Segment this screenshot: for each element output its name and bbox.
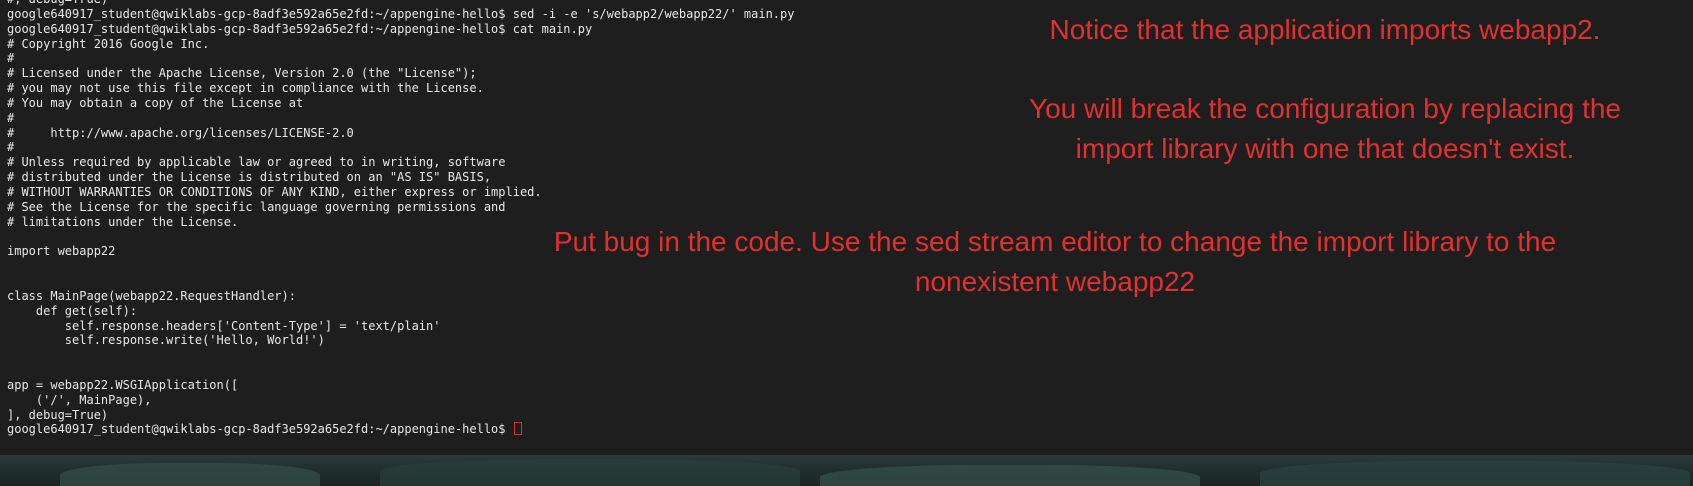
terminal-prompt-line[interactable]: google640917_student@qwiklabs-gcp-8adf3e… — [7, 422, 794, 437]
annotation-imports-text: Notice that the application imports weba… — [1049, 14, 1601, 45]
annotation-imports-note: Notice that the application imports weba… — [990, 10, 1660, 50]
terminal-line: # Unless required by applicable law or a… — [7, 155, 506, 170]
screenshot-stage: #, debug=True)google640917_student@qwikl… — [0, 0, 1693, 486]
shell-prompt: google640917_student@qwiklabs-gcp-8adf3e… — [7, 422, 513, 437]
annotation-break-line-1: You will break the configuration by repl… — [1028, 93, 1621, 124]
terminal-line: # — [7, 110, 15, 125]
terminal-line: # Copyright 2016 Google Inc. — [7, 36, 210, 51]
terminal-line: google640917_student@qwiklabs-gcp-8adf3e… — [7, 21, 593, 36]
terminal-line: # You may obtain a copy of the License a… — [7, 95, 304, 110]
terminal-line: # — [7, 140, 15, 155]
terminal-line: #, debug=True) — [7, 0, 794, 7]
terminal-line: self.response.write('Hello, World!') — [7, 333, 325, 348]
terminal-line: # — [7, 51, 15, 66]
annotation-break-line-2: import library with one that doesn't exi… — [1075, 133, 1575, 164]
annotation-bug-line-1: Put bug in the code. Use the sed stream … — [553, 226, 1557, 257]
terminal-line: google640917_student@qwiklabs-gcp-8adf3e… — [7, 6, 795, 21]
annotation-bug-line-2: nonexistent webapp22 — [914, 266, 1196, 297]
wallpaper-hill — [1260, 461, 1690, 486]
terminal-line: # Licensed under the Apache License, Ver… — [7, 66, 477, 81]
terminal-line: app = webapp22.WSGIApplication([ — [7, 377, 239, 392]
terminal-output: #, debug=True)google640917_student@qwikl… — [7, 0, 794, 437]
terminal-line: # http://www.apache.org/licenses/LICENSE… — [7, 125, 354, 140]
desktop-wallpaper — [0, 455, 1693, 486]
wallpaper-hill — [380, 459, 800, 486]
terminal-line: ('/', MainPage), — [7, 392, 152, 407]
annotation-break-note: You will break the configuration by repl… — [970, 89, 1680, 169]
annotation-bug-note: Put bug in the code. Use the sed stream … — [460, 222, 1650, 302]
text-cursor — [513, 422, 522, 436]
terminal-line: ], debug=True) — [7, 407, 109, 422]
terminal-line: # you may not use this file except in co… — [7, 81, 484, 96]
terminal-line: # distributed under the License is distr… — [7, 170, 492, 185]
terminal-line: self.response.headers['Content-Type'] = … — [7, 318, 441, 333]
terminal-line: def get(self): — [7, 303, 138, 318]
terminal-line: # See the License for the specific langu… — [7, 199, 506, 214]
terminal-line: # WITHOUT WARRANTIES OR CONDITIONS OF AN… — [7, 184, 542, 199]
wallpaper-hill — [60, 463, 320, 486]
wallpaper-hill — [820, 465, 1200, 486]
